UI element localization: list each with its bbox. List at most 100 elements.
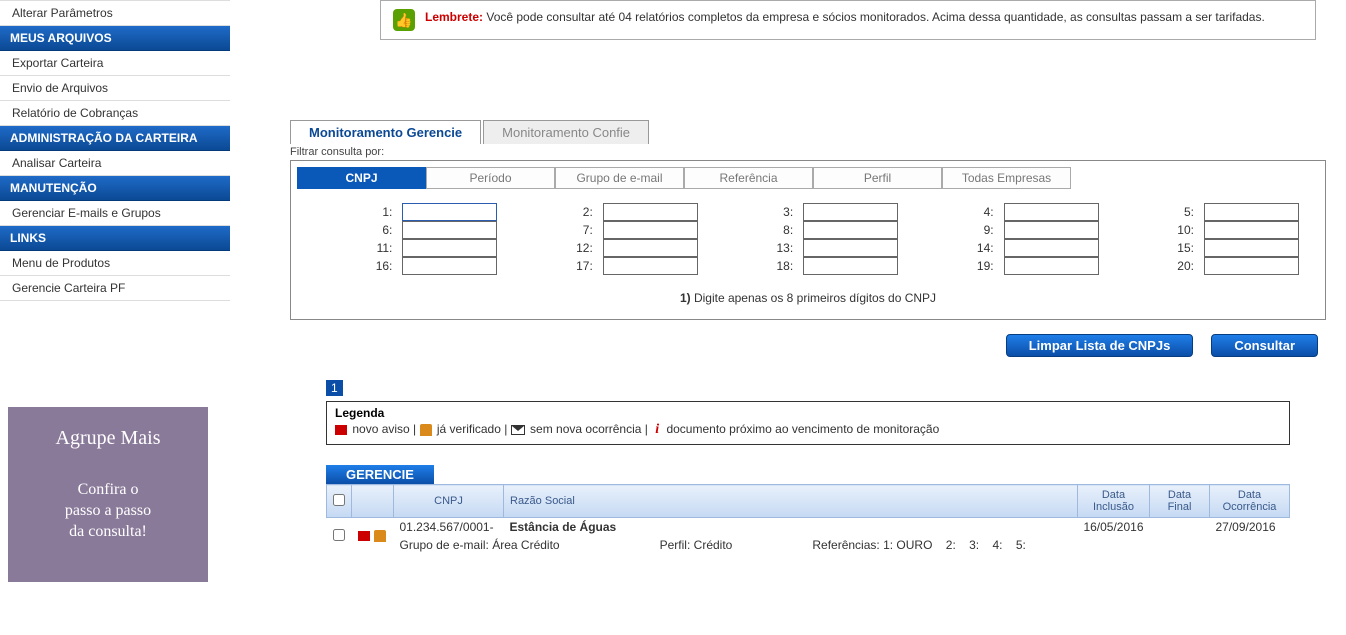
cnpj-input-17[interactable] (603, 257, 698, 275)
select-all-checkbox[interactable] (333, 494, 345, 506)
row-ref-3: 3: (969, 538, 979, 552)
hint-number: 1) (680, 291, 691, 305)
th-data-final: Data Final (1150, 485, 1210, 518)
page-1[interactable]: 1 (326, 380, 343, 396)
cnpj-input-7[interactable] (603, 221, 698, 239)
row-perfil-label: Perfil: (660, 538, 691, 552)
reminder-box: 👍 Lembrete: Você pode consultar até 04 r… (380, 0, 1316, 40)
cnpj-input-1[interactable] (402, 203, 497, 221)
cnpj-label-15: 15: (1168, 241, 1194, 255)
verified-icon (420, 424, 432, 436)
cnpj-label-20: 20: (1168, 259, 1194, 273)
cnpj-label-6: 6: (366, 223, 392, 237)
row-new-alert-icon (358, 531, 370, 541)
tab-monitoramento-confie[interactable]: Monitoramento Confie (483, 120, 649, 144)
row-checkbox[interactable] (333, 529, 345, 541)
sidebar-item-alterar-parametros[interactable]: Alterar Parâmetros (0, 0, 230, 26)
th-data-ocorrencia: Data Ocorrência (1210, 485, 1290, 518)
cnpj-label-1: 1: (366, 205, 392, 219)
sidebar-header-administracao: ADMINISTRAÇÃO DA CARTEIRA (0, 126, 230, 151)
legend-title: Legenda (335, 406, 1281, 420)
filter-tab-grupo-email[interactable]: Grupo de e-mail (555, 167, 684, 189)
sidebar-item-menu-produtos[interactable]: Menu de Produtos (0, 251, 230, 276)
filter-tab-periodo[interactable]: Período (426, 167, 555, 189)
th-data-inclusao: Data Inclusão (1077, 485, 1149, 518)
sidebar-item-exportar-carteira[interactable]: Exportar Carteira (0, 51, 230, 76)
cnpj-input-10[interactable] (1204, 221, 1299, 239)
promo-line3: da consulta! (18, 522, 198, 543)
sidebar-item-analisar-carteira[interactable]: Analisar Carteira (0, 151, 230, 176)
sidebar-header-meus-arquivos: MEUS ARQUIVOS (0, 26, 230, 51)
filter-tab-cnpj[interactable]: CNPJ (297, 167, 426, 189)
cnpj-label-16: 16: (366, 259, 392, 273)
legend-no-occurrence: sem nova ocorrência (530, 422, 641, 436)
promo-line1: Confira o (18, 480, 198, 501)
row-grupo-email-label: Grupo de e-mail: (400, 538, 489, 552)
legend-box: Legenda novo aviso | já verificado | sem… (326, 401, 1290, 445)
cnpj-input-15[interactable] (1204, 239, 1299, 257)
sidebar-item-gerencie-carteira-pf[interactable]: Gerencie Carteira PF (0, 276, 230, 301)
cnpj-label-13: 13: (767, 241, 793, 255)
cnpj-input-12[interactable] (603, 239, 698, 257)
cnpj-input-11[interactable] (402, 239, 497, 257)
sidebar-item-envio-arquivos[interactable]: Envio de Arquivos (0, 76, 230, 101)
row-grupo-email-value: Área Crédito (492, 538, 559, 552)
row-verified-icon (374, 530, 386, 542)
sidebar-header-manutencao: MANUTENÇÃO (0, 176, 230, 201)
thumbs-up-icon: 👍 (393, 9, 415, 31)
cnpj-label-14: 14: (968, 241, 994, 255)
th-razao-social: Razão Social (504, 485, 1078, 518)
cnpj-label-4: 4: (968, 205, 994, 219)
filter-tab-referencia[interactable]: Referência (684, 167, 813, 189)
sidebar-item-gerenciar-emails[interactable]: Gerenciar E-mails e Grupos (0, 201, 230, 226)
cnpj-label-8: 8: (767, 223, 793, 237)
cnpj-input-8[interactable] (803, 221, 898, 239)
reminder-label: Lembrete: (425, 10, 483, 24)
promo-box[interactable]: Agrupe Mais Confira o passo a passo da c… (8, 407, 208, 582)
cnpj-label-9: 9: (968, 223, 994, 237)
row-referencias-label: Referências: (812, 538, 879, 552)
row-ref-4: 4: (992, 538, 1002, 552)
clear-cnpj-list-button[interactable]: Limpar Lista de CNPJs (1006, 334, 1194, 357)
cnpj-label-18: 18: (767, 259, 793, 273)
legend-expiring: documento próximo ao vencimento de monit… (666, 422, 939, 436)
reminder-text: Você pode consultar até 04 relatórios co… (486, 10, 1264, 24)
cell-data-final (1150, 518, 1210, 537)
legend-verified: já verificado (437, 422, 501, 436)
tab-monitoramento-gerencie[interactable]: Monitoramento Gerencie (290, 120, 481, 144)
cell-razao-social: Estância de Águas (504, 518, 1078, 537)
filter-tab-perfil[interactable]: Perfil (813, 167, 942, 189)
cnpj-input-16[interactable] (402, 257, 497, 275)
filter-by-label: Filtrar consulta por: (290, 146, 1326, 158)
cnpj-input-6[interactable] (402, 221, 497, 239)
cnpj-input-14[interactable] (1004, 239, 1099, 257)
filter-box: CNPJ Período Grupo de e-mail Referência … (290, 160, 1326, 320)
cell-data-ocorrencia: 27/09/2016 (1210, 518, 1290, 537)
cnpj-input-4[interactable] (1004, 203, 1099, 221)
cnpj-label-3: 3: (767, 205, 793, 219)
new-alert-icon (335, 425, 347, 435)
consultar-button[interactable]: Consultar (1211, 334, 1318, 357)
cnpj-input-19[interactable] (1004, 257, 1099, 275)
cnpj-input-18[interactable] (803, 257, 898, 275)
sidebar-item-relatorio-cobrancas[interactable]: Relatório de Cobranças (0, 101, 230, 126)
cnpj-input-13[interactable] (803, 239, 898, 257)
cnpj-label-5: 5: (1168, 205, 1194, 219)
row-ref-1: 1: OURO (883, 538, 932, 552)
cnpj-input-2[interactable] (603, 203, 698, 221)
expiring-icon: i (655, 422, 659, 437)
promo-title: Agrupe Mais (18, 427, 198, 450)
cnpj-label-17: 17: (567, 259, 593, 273)
promo-line2: passo a passo (18, 501, 198, 522)
cnpj-input-5[interactable] (1204, 203, 1299, 221)
cnpj-input-9[interactable] (1004, 221, 1099, 239)
th-cnpj: CNPJ (394, 485, 504, 518)
cnpj-label-7: 7: (567, 223, 593, 237)
cell-data-inclusao: 16/05/2016 (1077, 518, 1149, 537)
filter-tab-todas-empresas[interactable]: Todas Empresas (942, 167, 1071, 189)
legend-new-alert: novo aviso (352, 422, 409, 436)
cnpj-input-3[interactable] (803, 203, 898, 221)
cnpj-input-20[interactable] (1204, 257, 1299, 275)
cnpj-label-11: 11: (366, 241, 392, 255)
cell-cnpj: 01.234.567/0001- (394, 518, 504, 537)
